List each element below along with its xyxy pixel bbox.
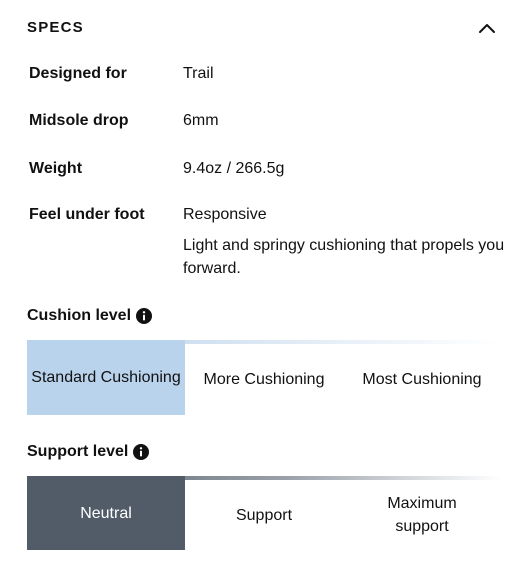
spec-value-weight: 9.4oz / 266.5g [183, 160, 285, 177]
spec-value-feel-under-foot: Responsive [183, 206, 267, 223]
spec-label-midsole-drop: Midsole drop [29, 112, 129, 129]
support-option-support[interactable]: Support [185, 480, 343, 550]
specs-header: SPECS [27, 14, 501, 42]
collapse-button[interactable] [473, 14, 501, 42]
support-option-maximum[interactable]: Maximum support [343, 480, 501, 550]
cushion-level-label: Cushion level [27, 307, 132, 324]
spec-label-designed-for: Designed for [29, 65, 127, 82]
cushion-level-selector: Standard Cushioning More Cushioning Most… [27, 340, 501, 415]
spec-value-designed-for: Trail [183, 65, 214, 82]
info-icon[interactable] [133, 444, 150, 460]
cushion-option-more[interactable]: More Cushioning [185, 344, 343, 415]
spec-label-weight: Weight [29, 160, 83, 177]
spec-description-feel-under-foot: Light and springy cushioning that propel… [183, 237, 505, 277]
chevron-up-icon [479, 24, 495, 33]
specs-title: SPECS [27, 19, 84, 36]
cushion-level-heading: Cushion level [27, 307, 153, 325]
cushion-option-standard[interactable]: Standard Cushioning [27, 340, 185, 415]
support-level-selector: Neutral Support Maximum support [27, 476, 501, 550]
support-level-heading: Support level [27, 443, 150, 461]
spec-value-midsole-drop: 6mm [183, 112, 219, 129]
info-icon[interactable] [136, 308, 153, 324]
spec-label-feel-under-foot: Feel under foot [29, 206, 145, 223]
cushion-option-most[interactable]: Most Cushioning [343, 344, 501, 415]
support-level-label: Support level [27, 443, 129, 460]
support-option-neutral[interactable]: Neutral [27, 476, 185, 550]
